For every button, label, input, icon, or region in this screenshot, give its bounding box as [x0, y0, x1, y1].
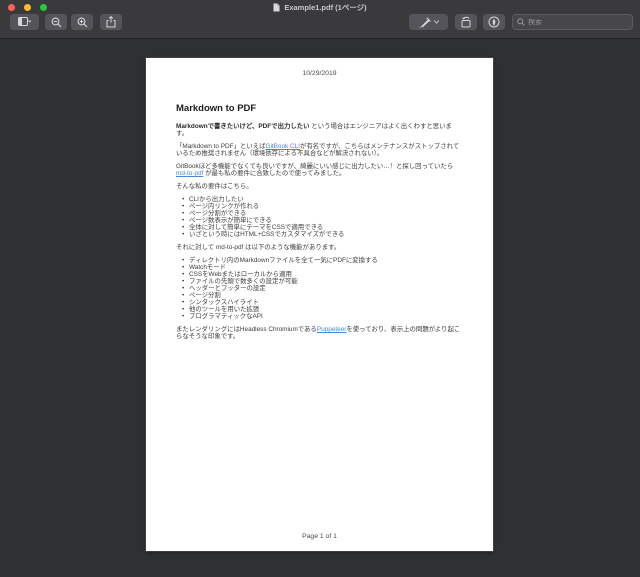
paragraph-features-intro: それに対して md-to-pdf は以下のような機能があります。 [176, 244, 341, 251]
gitbook-cli-link[interactable]: GitBook CLI [265, 143, 299, 150]
list-item: ディレクトリ内のMarkdownファイルを全て一気にPDFに変換する [182, 257, 463, 264]
window-titlebar: Example1.pdf (1ページ) [0, 0, 640, 39]
chevron-down-icon [433, 20, 440, 24]
list-item: ページ数表示が簡単にできる [182, 217, 463, 224]
zoom-in-button[interactable] [71, 14, 93, 30]
list-item: CSSをWebまたはローカルから適用 [182, 271, 463, 278]
list-item: シンタックスハイライト [182, 299, 463, 306]
window-title: Example1.pdf (1ページ) [284, 3, 367, 12]
pdf-page-content: 10/29/2019 Markdown to PDF Markdownで書きたい… [146, 58, 493, 551]
list-item: 全体に対して簡単にテーマをCSSで適用できる [182, 224, 463, 231]
paragraph-puppeteer: またレンダリングにはHeadless ChromiumであるPuppeteerを… [176, 326, 463, 340]
sidebar-view-icon [18, 17, 31, 26]
magnifier-plus-icon [77, 17, 87, 27]
gitbook-pre-text: 「Markdown to PDF」といえば [176, 143, 266, 150]
pdf-viewer-canvas[interactable]: 10/29/2019 Markdown to PDF Markdownで書きたい… [0, 40, 640, 577]
mdtopdf-post-text: が最も私の要件に合致したので使ってみました。 [203, 170, 346, 177]
markup-toolbar-button[interactable] [483, 14, 505, 30]
search-input[interactable] [528, 18, 628, 26]
page-number-footer: Page 1 of 1 [302, 533, 337, 540]
list-item: ページ内リンクが作れる [182, 203, 463, 210]
list-item: いざという時にはHTML+CSSでカスタマイズができる [182, 231, 463, 238]
md-to-pdf-link[interactable]: md-to-pdf [176, 170, 203, 177]
sidebar-view-button[interactable] [10, 14, 39, 30]
puppeteer-pre-text: またレンダリングにはHeadless Chromiumである [176, 326, 317, 333]
rotate-left-button[interactable] [455, 14, 477, 30]
paragraph-intro: Markdownで書きたいけど、PDFで出力したい という場合はエンジニアはよく… [176, 123, 463, 137]
list-item: ページ分割ができる [182, 210, 463, 217]
paragraph-mdtopdf: GitBookほど多機能でなくても良いですが、綺麗にいい感じに出力したい…！と探… [176, 163, 463, 177]
highlighter-pen-icon [419, 16, 431, 28]
document-date: 10/29/2019 [302, 70, 337, 77]
highlight-pen-button[interactable] [409, 14, 448, 30]
puppeteer-link[interactable]: Puppeteer [317, 326, 347, 333]
paragraph-requirements-intro: そんな私の要件はこちら。 [176, 183, 253, 190]
zoom-out-button[interactable] [45, 14, 67, 30]
search-field[interactable] [512, 14, 633, 30]
list-item: Watchモード [182, 264, 463, 271]
requirements-list: CLIから出力したい ページ内リンクが作れる ページ分割ができる ページ数表示が… [176, 196, 463, 238]
pdf-page[interactable]: 10/29/2019 Markdown to PDF Markdownで書きたい… [146, 58, 493, 551]
list-item: ヘッダーとフッターの設定 [182, 285, 463, 292]
window-title-container: Example1.pdf (1ページ) [0, 2, 640, 13]
share-button[interactable] [100, 14, 122, 30]
list-item: ファイルの先頭で数多くの設定が可能 [182, 278, 463, 285]
document-icon [273, 3, 280, 12]
list-item: プログラマティックなAPI [182, 313, 463, 320]
markup-pen-circle-icon [488, 16, 500, 28]
list-item: ページ分割 [182, 292, 463, 299]
document-heading: Markdown to PDF [176, 103, 257, 114]
magnifier-minus-icon [51, 17, 61, 27]
share-icon [106, 16, 116, 28]
rotate-left-icon [461, 16, 471, 28]
chevron-down-icon [28, 20, 31, 23]
paragraph-gitbook: 「Markdown to PDF」といえばGitBook CLIが有名ですが、こ… [176, 143, 463, 157]
list-item: 他のツールを用いた拡張 [182, 306, 463, 313]
intro-bold-text: Markdownで書きたいけど、PDFで出力したい [176, 123, 310, 130]
search-icon [517, 18, 525, 26]
list-item: CLIから出力したい [182, 196, 463, 203]
mdtopdf-pre-text: GitBookほど多機能でなくても良いですが、綺麗にいい感じに出力したい…！と探… [176, 163, 454, 170]
features-list: ディレクトリ内のMarkdownファイルを全て一気にPDFに変換する Watch… [176, 257, 463, 320]
